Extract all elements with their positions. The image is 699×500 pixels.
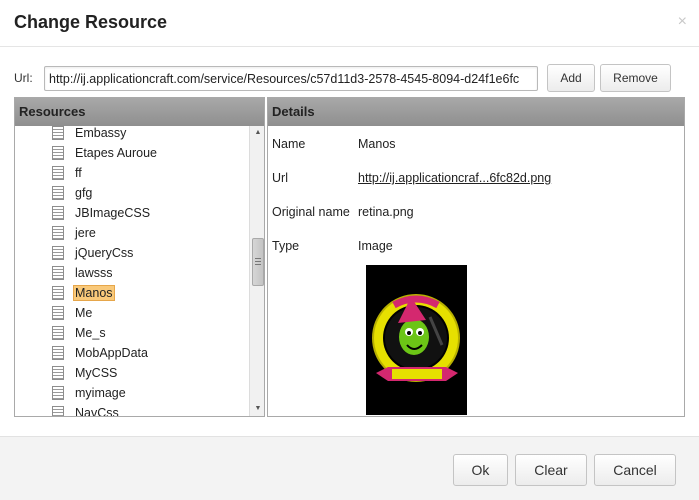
tree-item-me-s[interactable]: Me_s bbox=[15, 323, 159, 343]
resource-tree: Embassy Etapes Auroue ff gfg JBImageCSS jere j… bbox=[15, 126, 248, 416]
original-name-label: Original name bbox=[272, 205, 350, 219]
close-icon[interactable]: × bbox=[678, 14, 687, 30]
file-icon bbox=[52, 346, 64, 360]
tree-item-label: Me_s bbox=[75, 326, 106, 340]
dialog-header: Change Resource × bbox=[0, 0, 699, 47]
file-icon bbox=[52, 226, 64, 240]
file-icon bbox=[52, 386, 64, 400]
details-header: Details bbox=[268, 98, 684, 126]
file-icon bbox=[52, 406, 64, 416]
file-icon bbox=[52, 286, 64, 300]
file-icon bbox=[52, 206, 64, 220]
file-icon bbox=[52, 306, 64, 320]
tree-item-label: jere bbox=[75, 226, 96, 240]
cancel-button[interactable]: Cancel bbox=[594, 454, 676, 486]
original-name-value: retina.png bbox=[358, 205, 414, 219]
tree-item-label: Manos bbox=[73, 285, 115, 301]
tree-item-manos[interactable]: Manos bbox=[15, 283, 159, 303]
details-panel: Details Name Manos Url http://ij.applica… bbox=[267, 97, 685, 417]
tree-item-label: JBImageCSS bbox=[75, 206, 151, 220]
resources-header: Resources bbox=[15, 98, 264, 126]
file-icon bbox=[52, 186, 64, 200]
grip-icon bbox=[255, 258, 261, 265]
tree-item-lawsss[interactable]: lawsss bbox=[15, 263, 159, 283]
add-button[interactable]: Add bbox=[547, 64, 595, 92]
file-icon bbox=[52, 166, 64, 180]
image-preview bbox=[366, 265, 467, 415]
tree-item-label: gfg bbox=[75, 186, 93, 200]
name-value: Manos bbox=[358, 137, 396, 151]
tree-item-label: MyCSS bbox=[75, 366, 118, 380]
type-value: Image bbox=[358, 239, 393, 253]
file-icon bbox=[52, 126, 64, 140]
resource-list: Embassy Etapes Auroue ff gfg JBImageCSS jere j… bbox=[15, 126, 159, 416]
tree-item-label: Embassy bbox=[75, 126, 127, 140]
file-icon bbox=[52, 366, 64, 380]
name-label: Name bbox=[272, 137, 306, 151]
tree-item-jquerycss[interactable]: jQueryCss bbox=[15, 243, 159, 263]
tree-item-ff[interactable]: ff bbox=[15, 163, 159, 183]
tree-item-etapes-auroue[interactable]: Etapes Auroue bbox=[15, 143, 159, 163]
tree-item-gfg[interactable]: gfg bbox=[15, 183, 159, 203]
file-icon bbox=[52, 246, 64, 260]
resources-panel: Resources Embassy Etapes Auroue ff gfg JBIma… bbox=[14, 97, 265, 417]
tree-item-label: Me bbox=[75, 306, 93, 320]
clear-button[interactable]: Clear bbox=[515, 454, 587, 486]
tree-item-label: MobAppData bbox=[75, 346, 148, 360]
scroll-down-icon[interactable]: ▼ bbox=[250, 402, 264, 416]
url-detail-label: Url bbox=[272, 171, 288, 185]
tree-item-label: jQueryCss bbox=[75, 246, 134, 260]
tree-item-label: NavCss bbox=[75, 406, 119, 416]
tree-scrollbar[interactable]: ▲ ▼ bbox=[249, 126, 264, 416]
tree-item-navcss[interactable]: NavCss bbox=[15, 403, 159, 416]
dialog-footer: Ok Clear Cancel bbox=[0, 436, 699, 500]
tree-item-embassy[interactable]: Embassy bbox=[15, 126, 159, 143]
remove-button[interactable]: Remove bbox=[600, 64, 671, 92]
tree-item-label: ff bbox=[75, 166, 82, 180]
tree-item-label: lawsss bbox=[75, 266, 113, 280]
url-input[interactable] bbox=[44, 66, 538, 91]
tree-item-label: Etapes Auroue bbox=[75, 146, 158, 160]
scroll-up-icon[interactable]: ▲ bbox=[250, 126, 264, 140]
tree-item-jere[interactable]: jere bbox=[15, 223, 159, 243]
url-link[interactable]: http://ij.applicationcraf...6fc82d.png bbox=[358, 171, 551, 185]
tree-item-mycss[interactable]: MyCSS bbox=[15, 363, 159, 383]
tree-item-label: myimage bbox=[75, 386, 126, 400]
tree-item-jbimagecss[interactable]: JBImageCSS bbox=[15, 203, 159, 223]
tree-item-mobappdata[interactable]: MobAppData bbox=[15, 343, 159, 363]
url-label: Url: bbox=[14, 71, 33, 85]
file-icon bbox=[52, 146, 64, 160]
tree-item-myimage[interactable]: myimage bbox=[15, 383, 159, 403]
tree-item-me[interactable]: Me bbox=[15, 303, 159, 323]
file-icon bbox=[52, 266, 64, 280]
type-label: Type bbox=[272, 239, 300, 253]
file-icon bbox=[52, 326, 64, 340]
dialog-title: Change Resource bbox=[14, 12, 168, 32]
logo-image bbox=[366, 265, 467, 415]
ok-button[interactable]: Ok bbox=[453, 454, 508, 486]
scroll-thumb[interactable] bbox=[252, 238, 264, 286]
